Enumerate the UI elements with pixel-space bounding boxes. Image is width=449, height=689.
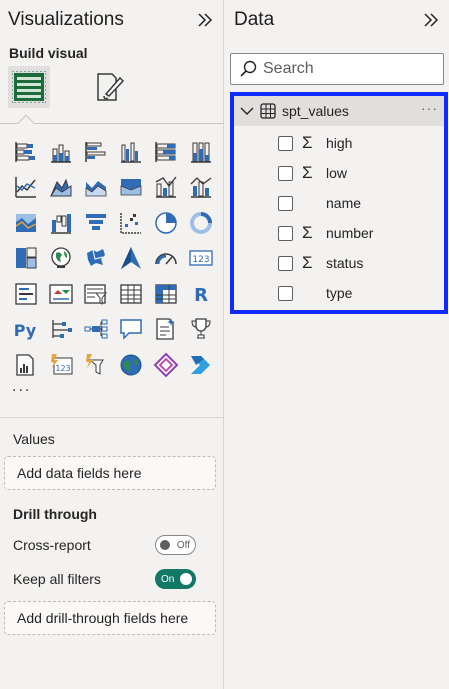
build-visual-label: Build visual [9, 45, 88, 61]
svg-text:R: R [194, 285, 208, 306]
arcgis-map-icon[interactable] [113, 347, 148, 383]
visual-icon-grid: 123 R Py 123 [8, 134, 218, 383]
format-brush-icon [97, 73, 125, 101]
line-stacked-column-chart-icon[interactable] [183, 170, 218, 206]
double-chevron-right-icon [424, 13, 439, 27]
pie-chart-icon[interactable] [148, 205, 183, 241]
goals-trophy-icon[interactable] [183, 312, 218, 348]
map-globe-icon[interactable] [43, 241, 78, 277]
data-pane: Data spt_values ··· Σ high Σ low name Σ … [224, 0, 449, 689]
search-icon [240, 60, 257, 77]
line-chart-icon[interactable] [8, 170, 43, 206]
stacked-bar-chart-icon[interactable] [8, 134, 43, 170]
kpi-icon[interactable] [43, 276, 78, 312]
format-visual-tab[interactable] [88, 66, 130, 108]
data-title: Data [234, 9, 275, 30]
table-visual-icon[interactable] [113, 276, 148, 312]
svg-text:Py: Py [13, 321, 36, 340]
donut-chart-icon[interactable] [183, 205, 218, 241]
ribbon-chart-icon[interactable] [113, 170, 148, 206]
slicer-icon[interactable] [78, 276, 113, 312]
line-clustered-column-chart-icon[interactable] [148, 170, 183, 206]
build-visual-tab[interactable] [8, 66, 50, 108]
100-stacked-bar-chart-icon[interactable] [148, 134, 183, 170]
funnel-chart-icon[interactable] [78, 205, 113, 241]
visualizations-title: Visualizations [8, 9, 124, 30]
collapse-data-button[interactable] [420, 9, 442, 31]
tab-notch [17, 114, 35, 132]
azure-map-icon[interactable] [113, 241, 148, 277]
stacked-column-chart-icon[interactable] [43, 134, 78, 170]
search-input[interactable] [263, 60, 433, 78]
multi-row-card-icon[interactable] [8, 276, 43, 312]
collapse-visualizations-button[interactable] [194, 9, 216, 31]
cross-report-label: Cross-report [13, 537, 91, 553]
python-visual-icon[interactable]: Py [8, 312, 43, 348]
visualizations-pane: Visualizations Build visual 123 R Py 123… [0, 0, 223, 689]
highlight-box [230, 92, 448, 314]
keep-all-filters-label: Keep all filters [13, 571, 101, 587]
double-chevron-right-icon [198, 13, 213, 27]
power-apps-icon[interactable]: 123 [43, 347, 78, 383]
matrix-icon[interactable] [148, 276, 183, 312]
values-drop-zone[interactable]: Add data fields here [4, 456, 216, 490]
svg-text:123: 123 [55, 364, 70, 373]
gauge-icon[interactable] [148, 241, 183, 277]
decomposition-tree-icon[interactable] [78, 312, 113, 348]
area-chart-icon[interactable] [43, 170, 78, 206]
clustered-bar-chart-icon[interactable] [78, 134, 113, 170]
power-automate-icon[interactable] [78, 347, 113, 383]
search-box[interactable] [230, 53, 444, 85]
values-label: Values [13, 431, 55, 447]
r-visual-icon[interactable]: R [183, 276, 218, 312]
smart-narrative-icon[interactable] [148, 312, 183, 348]
stacked-area-chart-icon[interactable] [78, 170, 113, 206]
qa-visual-icon[interactable] [113, 312, 148, 348]
key-influencers-icon[interactable] [43, 312, 78, 348]
fields-divider [0, 417, 223, 418]
card-icon[interactable]: 123 [183, 241, 218, 277]
cross-report-toggle[interactable]: Off [155, 535, 196, 555]
drill-through-label: Drill through [13, 506, 97, 522]
more-visuals-button[interactable]: ... [12, 378, 31, 396]
waterfall-chart-icon[interactable] [43, 205, 78, 241]
keep-all-filters-toggle[interactable]: On [155, 569, 196, 589]
filled-map-icon[interactable] [78, 241, 113, 277]
build-visual-icon [12, 71, 46, 103]
drill-through-drop-zone[interactable]: Add drill-through fields here [4, 601, 216, 635]
line-area-combo-chart-icon[interactable] [8, 205, 43, 241]
scatter-chart-icon[interactable] [113, 205, 148, 241]
power-automate-chevron-icon[interactable] [183, 347, 218, 383]
svg-text:123: 123 [192, 255, 209, 265]
100-stacked-column-chart-icon[interactable] [183, 134, 218, 170]
custom-visual-diamond-icon[interactable] [148, 347, 183, 383]
clustered-column-chart-icon[interactable] [113, 134, 148, 170]
treemap-icon[interactable] [8, 241, 43, 277]
